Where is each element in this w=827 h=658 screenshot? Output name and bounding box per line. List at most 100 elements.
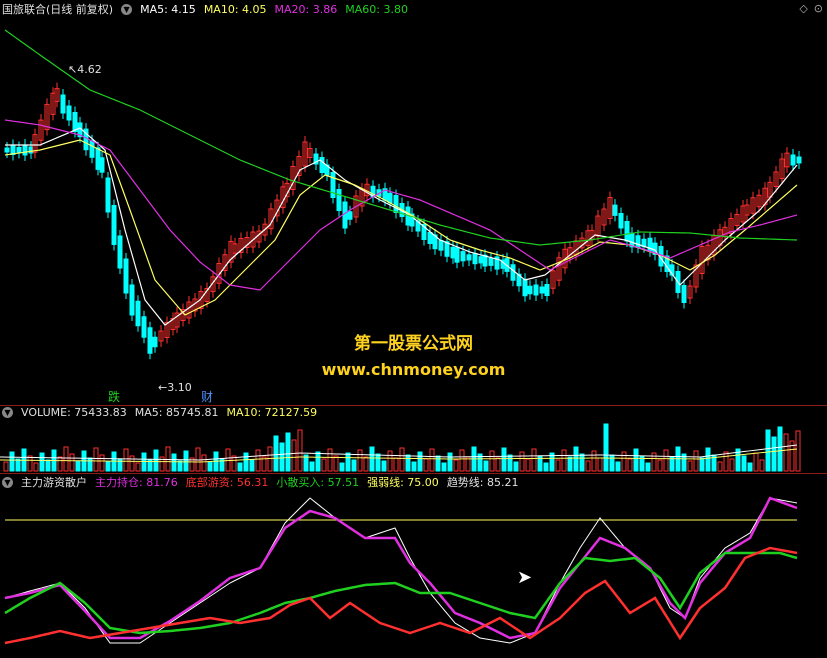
indicator-chart[interactable] <box>0 473 827 658</box>
main-hold-label: 主力持仓: 81.76 <box>95 476 178 489</box>
indicator-panel[interactable]: ▼ 主力游资散户 主力持仓: 81.76 底部游资: 56.31 小散买入: 5… <box>0 473 827 658</box>
volume-bar <box>177 460 183 472</box>
mouse-cursor-icon: ➤ <box>517 567 533 588</box>
candle-body <box>796 156 802 164</box>
candle-body <box>123 258 129 294</box>
volume-bar <box>57 456 63 472</box>
volume-bar <box>597 457 603 472</box>
retail-buy-label: 小散买入: 57.51 <box>276 476 360 489</box>
candle-body <box>488 257 494 266</box>
volume-bar <box>297 429 303 472</box>
volume-bar <box>585 460 591 472</box>
price-panel[interactable]: 国旅联合(日线 前复权) ▼ MA5: 4.15 MA10: 4.05 MA20… <box>0 0 827 405</box>
volume-bar <box>765 429 771 472</box>
candle-body <box>618 213 624 229</box>
candle-body <box>72 112 78 132</box>
volume-bar <box>741 455 747 472</box>
volume-bar <box>9 451 15 472</box>
volume-bar <box>231 455 237 472</box>
candle-body <box>624 221 630 242</box>
candle-body <box>16 147 22 153</box>
volume-bar <box>459 449 465 472</box>
volume-bar <box>237 462 243 472</box>
volume-bar <box>591 450 597 472</box>
volume-bar <box>225 448 231 472</box>
candle-body <box>450 246 456 259</box>
volume-bar <box>411 461 417 472</box>
chevron-down-icon[interactable]: ▼ <box>121 3 133 15</box>
volume-bar <box>627 458 633 472</box>
candle-body <box>438 240 444 251</box>
volume-bar <box>87 457 93 472</box>
low-price-label: ←3.10 <box>158 381 192 394</box>
volume-bar <box>489 450 495 472</box>
volume-bar <box>429 448 435 472</box>
volume-bar <box>687 460 693 472</box>
candle-body <box>454 247 460 263</box>
volume-bar <box>39 452 45 472</box>
volume-bar <box>207 461 213 472</box>
volume-bar <box>609 454 615 472</box>
candle-body <box>342 201 348 229</box>
volume-bar <box>141 452 147 472</box>
volume-bar <box>273 435 279 472</box>
chevron-down-icon[interactable]: ▼ <box>2 476 13 488</box>
fall-marker[interactable]: 跌 <box>108 388 120 405</box>
volume-bar <box>15 458 21 472</box>
volume-bar <box>333 455 339 472</box>
volume-bar <box>381 460 387 472</box>
low-price-value: 3.10 <box>167 381 192 394</box>
candle-body <box>99 157 105 173</box>
stock-title[interactable]: 国旅联合(日线 前复权) <box>2 1 113 17</box>
volume-bar <box>279 442 285 472</box>
volume-bar <box>531 448 537 472</box>
candle-body <box>95 147 101 170</box>
ma10-label: MA10: 4.05 <box>203 2 267 16</box>
candle-body <box>336 189 342 211</box>
volume-bar <box>645 462 651 472</box>
chevron-down-icon[interactable]: ⊙ <box>814 2 823 15</box>
volume-bar <box>69 453 75 472</box>
chevron-down-icon[interactable]: ▼ <box>2 407 13 418</box>
watermark-title: 第一股票公式网 <box>354 334 473 354</box>
volume-bar <box>747 462 753 472</box>
volume-bar <box>315 451 321 472</box>
watermark-url: www.chnmoney.com <box>321 360 506 379</box>
volume-panel[interactable]: ▼ VOLUME: 75433.83 MA5: 85745.81 MA10: 7… <box>0 405 827 473</box>
volume-bar <box>561 449 567 472</box>
window-controls: ◇ ⊙ <box>799 2 823 15</box>
retail-buy-line <box>4 551 798 635</box>
volume-bar <box>501 447 507 472</box>
candle-body <box>28 146 34 154</box>
volume-bar <box>771 436 777 472</box>
volume-bar <box>309 461 315 472</box>
volume-bar <box>363 456 369 472</box>
volume-bar <box>393 457 399 472</box>
diamond-icon[interactable]: ◇ <box>799 2 807 15</box>
volume-bar <box>3 461 9 472</box>
volume-bar <box>357 449 363 472</box>
volume-bar <box>399 447 405 472</box>
volume-bar <box>777 426 783 472</box>
volume-bar <box>75 460 81 472</box>
candle-body <box>135 300 141 327</box>
candle-body <box>347 211 353 220</box>
volume-bar <box>555 459 561 472</box>
volume-bar <box>375 453 381 472</box>
candle-body <box>635 235 641 248</box>
volume-bar <box>795 430 801 472</box>
volume-bar <box>693 450 699 472</box>
volume-bar <box>573 446 579 472</box>
volume-bar <box>105 461 111 472</box>
volume-bar <box>495 457 501 472</box>
bottom-hot-label: 底部游资: 56.31 <box>185 476 269 489</box>
volume-bar <box>249 459 255 472</box>
volume-bar <box>567 456 573 472</box>
finance-marker[interactable]: 财 <box>201 388 213 405</box>
indicator-title[interactable]: 主力游资散户 <box>21 474 87 490</box>
candle-body <box>612 204 618 216</box>
volume-bar <box>291 439 297 472</box>
volume-bar <box>183 450 189 472</box>
volume-bar <box>579 453 585 472</box>
volume-bar <box>705 447 711 472</box>
